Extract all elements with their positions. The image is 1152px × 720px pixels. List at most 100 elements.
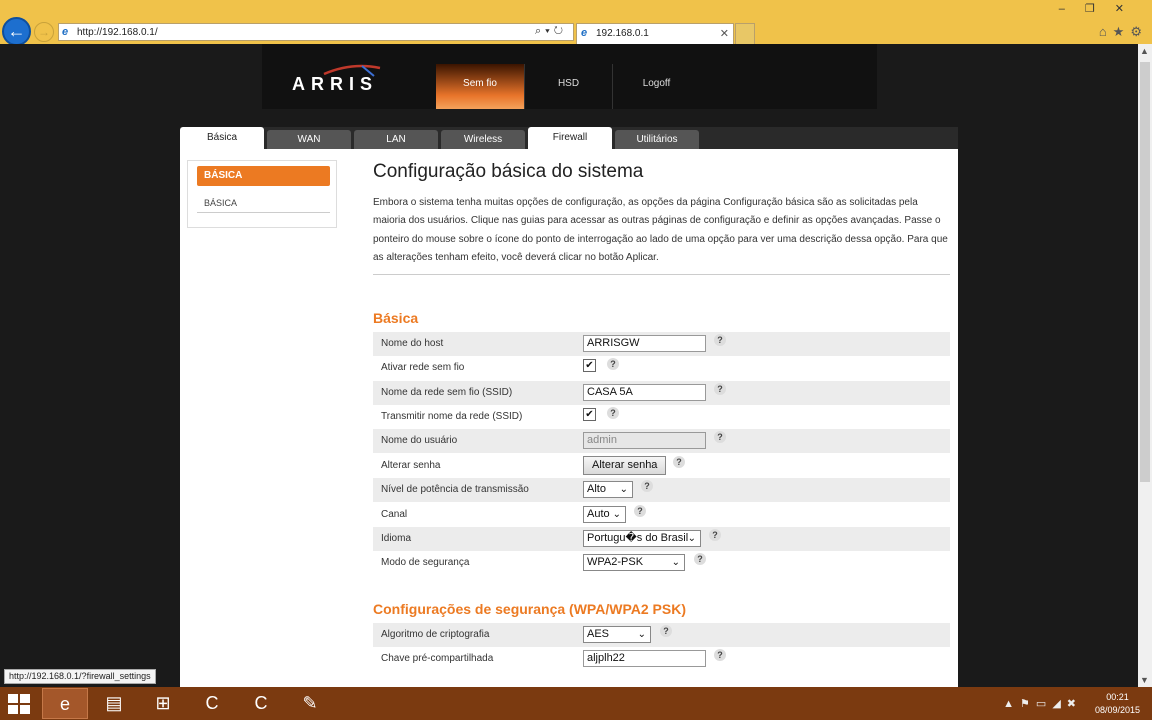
tx-power-value: Alto xyxy=(587,483,606,495)
forward-button[interactable]: → xyxy=(34,22,54,42)
address-buttons[interactable]: ⌕▾↻ xyxy=(535,25,567,38)
row-language: Idioma Portugu�s do Brasil ⌄ ? xyxy=(373,527,950,551)
page-title: Configuração básica do sistema xyxy=(373,161,644,182)
notepad-icon[interactable]: ✎ xyxy=(287,688,333,719)
channel-label: Canal xyxy=(381,509,408,520)
tab-wireless[interactable]: Wireless xyxy=(441,130,525,149)
sidebar: BÁSICA BÁSICA xyxy=(187,160,337,228)
camtasia-recorder-icon[interactable]: C xyxy=(189,688,235,719)
row-wifi-enable: Ativar rede sem fio ✔ ? xyxy=(373,356,950,380)
main-content: Configuração básica do sistema Embora o … xyxy=(373,160,950,617)
row-hostname: Nome do host ARRISGW ? xyxy=(373,332,950,356)
system-tray[interactable]: ▲⚑▭◢✖ xyxy=(1003,697,1082,710)
section-title-security: Configurações de segurança (WPA/WPA2 PSK… xyxy=(373,601,686,617)
chevron-down-icon: ⌄ xyxy=(671,557,680,568)
vertical-scrollbar[interactable]: ▲ ▼ xyxy=(1138,44,1152,687)
address-url[interactable]: http://192.168.0.1/ xyxy=(77,27,158,38)
security-mode-label: Modo de segurança xyxy=(381,557,470,568)
section-title-basic: Básica xyxy=(373,310,419,326)
channel-select[interactable]: Auto ⌄ xyxy=(583,506,626,523)
language-select[interactable]: Portugu�s do Brasil ⌄ xyxy=(583,530,701,547)
row-ssid: Nome da rede sem fio (SSID) CASA 5A ? xyxy=(373,381,950,405)
divider xyxy=(373,274,950,276)
wifi-enable-label: Ativar rede sem fio xyxy=(381,362,465,373)
change-password-button[interactable]: Alterar senha xyxy=(583,456,667,475)
ie-taskbar-icon[interactable]: e xyxy=(42,688,88,719)
encryption-label: Algoritmo de criptografia xyxy=(381,629,490,640)
sidebar-heading[interactable]: BÁSICA xyxy=(197,166,330,186)
row-encryption: Algoritmo de criptografia AES ⌄ ? xyxy=(373,623,950,647)
nav-hsd[interactable]: HSD xyxy=(524,64,612,109)
help-icon[interactable]: ? xyxy=(709,529,721,541)
address-bar[interactable]: e http://192.168.0.1/ ⌕▾↻ xyxy=(58,23,574,41)
help-icon[interactable]: ? xyxy=(641,480,653,492)
ssid-label: Nome da rede sem fio (SSID) xyxy=(381,387,513,398)
help-icon[interactable]: ? xyxy=(607,358,619,370)
nav-logoff[interactable]: Logoff xyxy=(612,64,700,109)
nav-sem-fio[interactable]: Sem fio xyxy=(436,64,524,109)
wifi-enable-checkbox[interactable]: ✔ xyxy=(583,359,596,372)
chevron-down-icon: ⌄ xyxy=(687,533,696,544)
tab-lan[interactable]: LAN xyxy=(354,130,438,149)
scroll-up-icon[interactable]: ▲ xyxy=(1140,46,1149,56)
ie-icon: e xyxy=(62,26,69,38)
tab-utilitarios[interactable]: Utilitários xyxy=(615,130,699,149)
row-psk: Chave pré-compartilhada aljplh22 ? xyxy=(373,647,950,671)
scroll-down-icon[interactable]: ▼ xyxy=(1140,675,1149,685)
security-mode-select[interactable]: WPA2-PSK ⌄ xyxy=(583,554,685,571)
broadcast-ssid-checkbox[interactable]: ✔ xyxy=(583,408,596,421)
sidebar-item-basica[interactable]: BÁSICA xyxy=(197,193,330,213)
psk-label: Chave pré-compartilhada xyxy=(381,653,494,664)
intro-text: Embora o sistema tenha muitas opções de … xyxy=(373,197,948,263)
chevron-down-icon: ⌄ xyxy=(619,484,628,495)
help-icon[interactable]: ? xyxy=(694,553,706,565)
ssid-input[interactable]: CASA 5A xyxy=(583,384,706,401)
chevron-down-icon: ⌄ xyxy=(612,509,621,520)
store-icon[interactable]: ⊞ xyxy=(140,688,186,719)
help-icon[interactable]: ? xyxy=(714,383,726,395)
username-label: Nome do usuário xyxy=(381,435,458,446)
broadcast-ssid-label: Transmitir nome da rede (SSID) xyxy=(381,411,523,422)
username-input[interactable]: admin xyxy=(583,432,706,449)
row-password: Alterar senha Alterar senha ? xyxy=(373,454,950,478)
help-icon[interactable]: ? xyxy=(714,334,726,346)
browser-tab[interactable]: e 192.168.0.1 ✕ xyxy=(576,23,734,44)
taskbar: e ▤ ⊞ C C ✎ ▲⚑▭◢✖ 00:21 08/09/2015 xyxy=(0,687,1152,720)
tab-wan[interactable]: WAN xyxy=(267,130,351,149)
encryption-select[interactable]: AES ⌄ xyxy=(583,626,651,643)
help-icon[interactable]: ? xyxy=(607,407,619,419)
close-tab-icon[interactable]: ✕ xyxy=(720,27,729,40)
help-icon[interactable]: ? xyxy=(660,625,672,637)
row-broadcast-ssid: Transmitir nome da rede (SSID) ✔ ? xyxy=(373,405,950,429)
tab-firewall[interactable]: Firewall xyxy=(528,127,612,149)
tx-power-select[interactable]: Alto ⌄ xyxy=(583,481,633,498)
hostname-input[interactable]: ARRISGW xyxy=(583,335,706,352)
password-label: Alterar senha xyxy=(381,460,441,471)
tab-basica[interactable]: Básica xyxy=(180,127,264,149)
channel-value: Auto xyxy=(587,508,610,520)
page-viewport: ARRIS Sem fio HSD Logoff Básica WAN LAN … xyxy=(0,44,1138,687)
start-button[interactable] xyxy=(8,694,30,714)
arris-logo: ARRIS xyxy=(292,74,379,94)
help-icon[interactable]: ? xyxy=(714,649,726,661)
scroll-thumb[interactable] xyxy=(1140,62,1150,482)
file-explorer-icon[interactable]: ▤ xyxy=(91,688,137,719)
help-icon[interactable]: ? xyxy=(673,456,685,468)
clock[interactable]: 00:21 08/09/2015 xyxy=(1095,691,1140,717)
help-icon[interactable]: ? xyxy=(714,431,726,443)
row-security-mode: Modo de segurança WPA2-PSK ⌄ ? xyxy=(373,551,950,575)
hostname-label: Nome do host xyxy=(381,338,444,349)
psk-input[interactable]: aljplh22 xyxy=(583,650,706,667)
chevron-down-icon: ⌄ xyxy=(637,629,646,640)
row-tx-power: Nível de potência de transmissão Alto ⌄ ? xyxy=(373,478,950,502)
window-controls[interactable]: –❐✕ xyxy=(1059,2,1144,15)
toolbar-icons[interactable]: ⌂★⚙ xyxy=(1099,24,1148,40)
camtasia-studio-icon[interactable]: C xyxy=(238,688,284,719)
status-url-tooltip: http://192.168.0.1/?firewall_settings xyxy=(4,669,156,684)
back-button[interactable]: ← xyxy=(2,17,31,46)
browser-chrome: ← → e http://192.168.0.1/ ⌕▾↻ e 192.168.… xyxy=(0,0,1152,46)
ie-icon: e xyxy=(581,27,588,39)
help-icon[interactable]: ? xyxy=(634,505,646,517)
clock-time: 00:21 xyxy=(1106,692,1129,702)
new-tab-button[interactable] xyxy=(735,23,755,44)
